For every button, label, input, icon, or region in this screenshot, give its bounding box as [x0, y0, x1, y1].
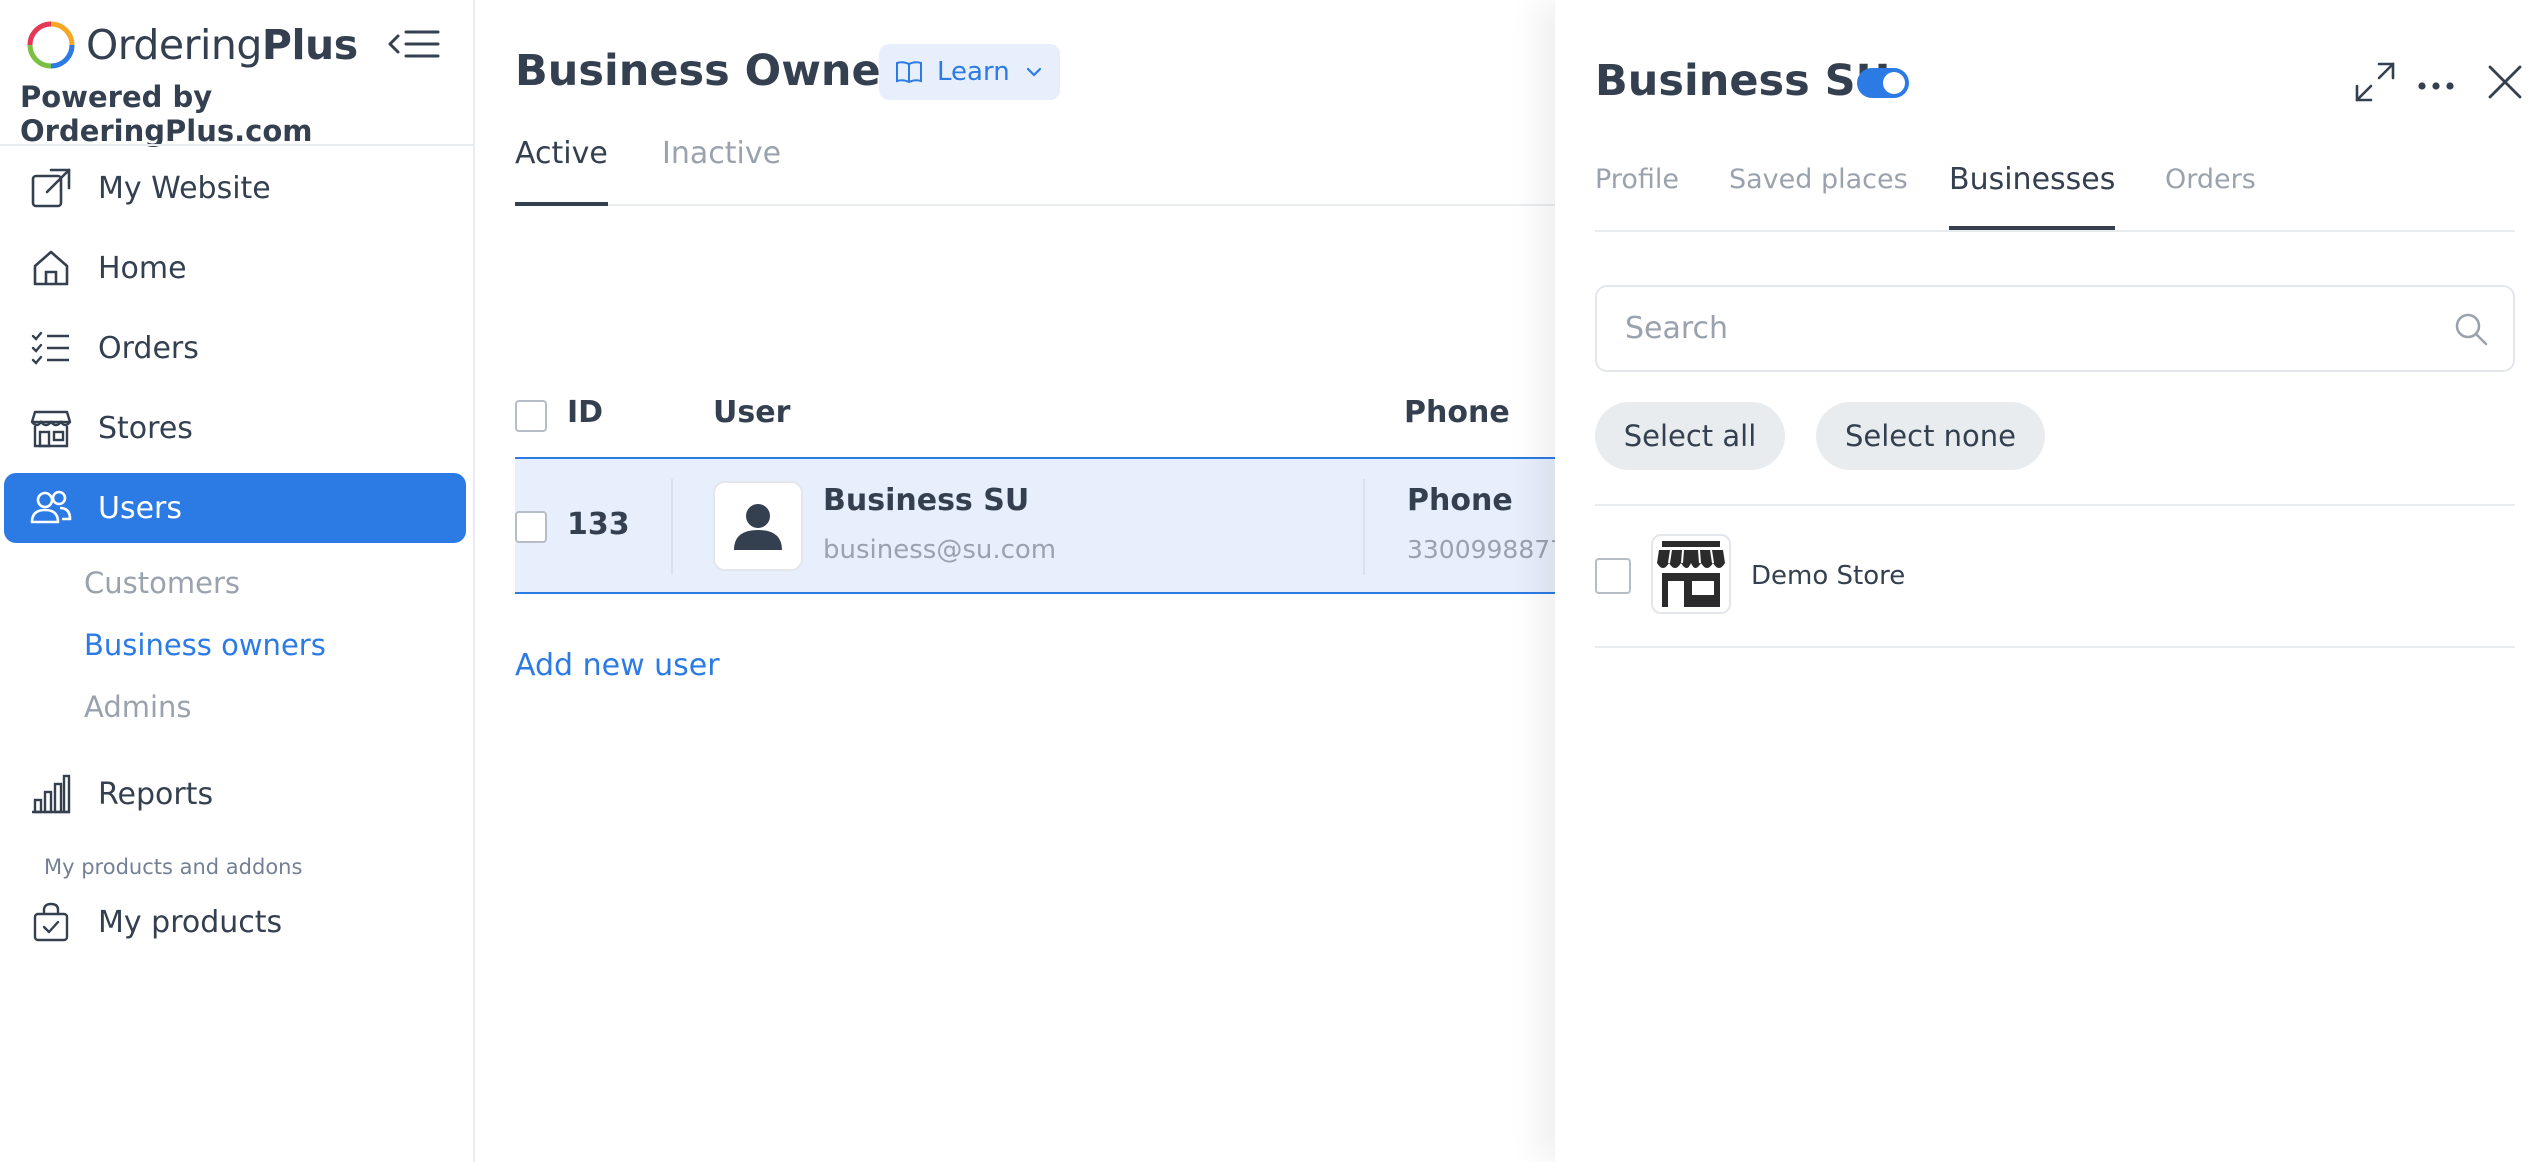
close-icon [2488, 65, 2522, 99]
sidebar-section-label: My products and addons [44, 855, 303, 879]
sidebar-item-label: Users [98, 490, 183, 526]
phone-label: Phone [1407, 483, 1513, 518]
table-header: ID User Phone [515, 385, 1555, 445]
sidebar-item-my-products[interactable]: My products [4, 887, 466, 957]
sidebar-divider [0, 144, 473, 146]
users-icon [28, 485, 74, 531]
sidebar-subitem-admins[interactable]: Admins [84, 690, 192, 724]
phone-value: 3300998877 [1407, 535, 1567, 564]
expand-button[interactable] [2351, 58, 2399, 106]
drawer-tabs: Profile Saved places Businesses Orders [1595, 160, 2515, 232]
sidebar-item-label: My products [98, 904, 283, 940]
sidebar-item-label: Reports [98, 776, 214, 812]
bag-check-icon [28, 899, 74, 945]
user-name: Business SU [823, 483, 1030, 518]
sidebar-item-my-website[interactable]: My Website [4, 153, 466, 223]
user-status-tabs: Active Inactive [515, 136, 1555, 206]
avatar [713, 481, 803, 571]
sidebar-item-label: My Website [98, 170, 271, 206]
list-item[interactable]: Demo Store [1595, 506, 2515, 646]
toggle-knob [1883, 72, 1905, 94]
sidebar-item-label: Orders [98, 330, 199, 366]
select-none-button[interactable]: Select none [1816, 402, 2045, 470]
tab-businesses[interactable]: Businesses [1949, 162, 2116, 230]
business-search [1595, 285, 2515, 372]
user-email: business@su.com [823, 535, 1057, 565]
user-id: 133 [567, 507, 630, 542]
list-divider [1595, 646, 2515, 648]
expand-icon [2355, 62, 2395, 102]
tab-saved-places[interactable]: Saved places [1729, 164, 1908, 232]
more-options-button[interactable] [2412, 58, 2460, 106]
collapse-sidebar-icon[interactable] [386, 24, 442, 64]
business-name: Demo Store [1751, 561, 1906, 591]
add-new-user-link[interactable]: Add new user [515, 648, 720, 683]
tab-inactive[interactable]: Inactive [662, 136, 781, 206]
tab-active[interactable]: Active [515, 136, 608, 206]
home-icon [28, 245, 74, 291]
storefront-icon [1657, 541, 1725, 607]
user-avatar-icon [734, 504, 782, 550]
row-checkbox[interactable] [515, 511, 547, 543]
bar-chart-icon [28, 771, 74, 817]
close-drawer-button[interactable] [2481, 58, 2529, 106]
cell-divider [671, 479, 673, 575]
user-details-drawer: Business SU Profile Saved places Busines… [1555, 0, 2542, 1162]
brand-logo-icon [27, 21, 75, 69]
cell-divider [1363, 479, 1365, 575]
sidebar-item-label: Stores [98, 410, 193, 446]
search-icon [2455, 313, 2488, 346]
list-check-icon [28, 325, 74, 371]
learn-button[interactable]: Learn [879, 44, 1060, 100]
sidebar: OrderingPlus Powered by OrderingPlus.com… [0, 0, 475, 1162]
brand-name: OrderingPlus [86, 21, 358, 69]
tab-profile[interactable]: Profile [1595, 164, 1679, 232]
user-enabled-toggle[interactable] [1857, 68, 1909, 98]
sidebar-item-label: Home [98, 250, 187, 286]
business-logo [1651, 534, 1731, 614]
sidebar-item-reports[interactable]: Reports [4, 759, 466, 829]
sidebar-item-home[interactable]: Home [4, 233, 466, 303]
page-title: Business Owners [515, 46, 928, 96]
select-all-button[interactable]: Select all [1595, 402, 1785, 470]
book-icon [896, 61, 922, 84]
chevron-down-icon [1026, 67, 1041, 77]
column-header-phone: Phone [1404, 395, 1510, 430]
shop-icon [28, 405, 74, 451]
business-checkbox[interactable] [1595, 558, 1631, 594]
drawer-title: Business SU [1595, 56, 1891, 106]
brand[interactable]: OrderingPlus [26, 20, 358, 70]
learn-label: Learn [937, 57, 1010, 87]
tab-orders[interactable]: Orders [2165, 164, 2256, 232]
more-horizontal-icon [2418, 82, 2454, 90]
sidebar-item-users[interactable]: Users [4, 473, 466, 543]
external-link-icon [28, 165, 74, 211]
select-all-checkbox[interactable] [515, 400, 547, 432]
brand-tagline: Powered by OrderingPlus.com [20, 80, 313, 148]
sidebar-subitem-business-owners[interactable]: Business owners [84, 628, 326, 662]
column-header-id: ID [567, 395, 604, 430]
sidebar-item-orders[interactable]: Orders [4, 313, 466, 383]
column-header-user: User [713, 395, 791, 430]
table-row[interactable]: 133 Business SU business@su.com Phone 33… [515, 457, 1566, 594]
sidebar-subitem-customers[interactable]: Customers [84, 566, 240, 600]
sidebar-item-stores[interactable]: Stores [4, 393, 466, 463]
search-input[interactable] [1625, 287, 2405, 370]
